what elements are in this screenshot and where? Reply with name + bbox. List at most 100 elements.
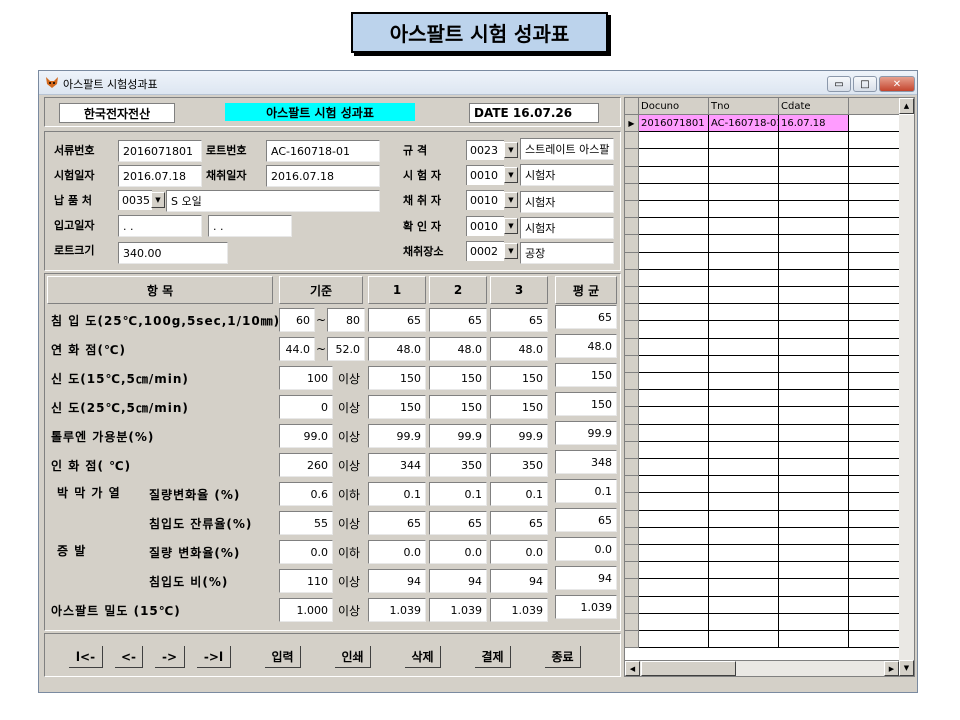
grid-cell[interactable] (709, 441, 779, 459)
grid-cell[interactable] (639, 613, 709, 631)
grid-cell[interactable] (779, 441, 849, 459)
spec-dropdown-arrow-icon[interactable]: ▼ (504, 142, 518, 158)
sampler-code-combo[interactable]: 0010 (466, 190, 504, 210)
grid-cell[interactable] (779, 373, 849, 391)
grid-cell[interactable] (709, 510, 779, 528)
grid-cell[interactable] (709, 218, 779, 236)
grid-cell[interactable] (779, 235, 849, 253)
title-bar[interactable]: 아스팔트 시험성과표 ▭ □ ✕ (39, 71, 917, 95)
grid-cell[interactable] (779, 201, 849, 219)
grid-cell[interactable] (639, 373, 709, 391)
supplier-code-combo[interactable]: 0035 (118, 190, 152, 210)
grid-cell[interactable] (709, 493, 779, 511)
grid-col-tno[interactable]: Tno (709, 98, 779, 115)
grid-cell[interactable] (639, 579, 709, 597)
grid-row-selector[interactable] (625, 149, 639, 167)
grid-cell[interactable] (639, 252, 709, 270)
grid-cell[interactable] (709, 476, 779, 494)
grid-cell[interactable] (709, 183, 779, 201)
sample-date-input[interactable]: 2016.07.18 (266, 165, 380, 187)
grid-cell[interactable] (709, 545, 779, 563)
grid-cell[interactable] (639, 355, 709, 373)
grid-cell[interactable] (709, 631, 779, 649)
grid-cell[interactable] (639, 407, 709, 425)
input-button[interactable]: 입력 (265, 646, 301, 668)
grid-cell[interactable] (709, 149, 779, 167)
test3-input[interactable]: 1.039 (490, 598, 548, 622)
test1-input[interactable]: 150 (368, 366, 426, 390)
grid-cell[interactable] (639, 166, 709, 184)
test3-input[interactable]: 150 (490, 366, 548, 390)
standard-min-input[interactable]: 44.0 (279, 337, 315, 361)
first-record-button[interactable]: l<- (69, 646, 103, 668)
checker-name-input[interactable]: 시험자 (520, 217, 614, 239)
place-code-combo[interactable]: 0002 (466, 241, 504, 261)
test3-input[interactable]: 0.1 (490, 482, 548, 506)
grid-cell[interactable] (639, 441, 709, 459)
grid-cell[interactable] (639, 218, 709, 236)
place-name-input[interactable]: 공장 (520, 242, 614, 264)
test1-input[interactable]: 150 (368, 395, 426, 419)
grid-cell[interactable] (779, 166, 849, 184)
test1-input[interactable]: 99.9 (368, 424, 426, 448)
standard-value-input[interactable]: 100 (279, 366, 333, 390)
grid-row-selector[interactable] (625, 407, 639, 425)
grid-cell[interactable] (639, 149, 709, 167)
grid-cell[interactable] (779, 459, 849, 477)
grid-cell[interactable] (779, 304, 849, 322)
grid-cell[interactable] (639, 201, 709, 219)
scroll-right-arrow-icon[interactable]: ▶ (884, 661, 899, 676)
grid-cell[interactable] (779, 527, 849, 545)
standard-value-input[interactable]: 110 (279, 569, 333, 593)
scroll-left-arrow-icon[interactable]: ◀ (625, 661, 640, 676)
grid-row-selector[interactable] (625, 166, 639, 184)
grid-cell[interactable] (639, 235, 709, 253)
test3-input[interactable]: 94 (490, 569, 548, 593)
test3-input[interactable]: 65 (490, 511, 548, 535)
grid-cell[interactable] (779, 613, 849, 631)
grid-cell[interactable] (639, 183, 709, 201)
test2-input[interactable]: 150 (429, 395, 487, 419)
test1-input[interactable]: 1.039 (368, 598, 426, 622)
grid-row-selector[interactable] (625, 373, 639, 391)
grid-row-selector[interactable] (625, 459, 639, 477)
grid-row-selector[interactable] (625, 183, 639, 201)
grid-cell[interactable] (639, 631, 709, 649)
grid-cell[interactable] (779, 424, 849, 442)
spec-name-input[interactable]: 스트레이트 아스팔 (520, 138, 614, 160)
maximize-button[interactable]: □ (853, 76, 877, 92)
test3-input[interactable]: 99.9 (490, 424, 548, 448)
grid-row-selector[interactable] (625, 579, 639, 597)
test1-input[interactable]: 94 (368, 569, 426, 593)
lot-no-input[interactable]: AC-160718-01 (266, 140, 380, 162)
standard-max-input[interactable]: 80 (327, 308, 365, 332)
grid-row-selector[interactable] (625, 218, 639, 236)
grid-cell[interactable] (709, 321, 779, 339)
standard-value-input[interactable]: 1.000 (279, 598, 333, 622)
scroll-down-arrow-icon[interactable]: ▼ (899, 660, 914, 676)
doc-no-input[interactable]: 2016071801 (118, 140, 202, 162)
grid-row-selector[interactable] (625, 476, 639, 494)
test1-input[interactable]: 65 (368, 308, 426, 332)
grid-cell[interactable] (779, 476, 849, 494)
grid-cell[interactable] (639, 132, 709, 150)
grid-cell[interactable] (709, 562, 779, 580)
grid-cell[interactable]: 16.07.18 (779, 115, 849, 133)
grid-cell[interactable] (639, 476, 709, 494)
place-dropdown-arrow-icon[interactable]: ▼ (504, 243, 518, 259)
grid-cell[interactable] (709, 132, 779, 150)
supplier-dropdown-arrow-icon[interactable]: ▼ (151, 192, 165, 208)
next-record-button[interactable]: -> (155, 646, 185, 668)
grid-cell[interactable] (709, 596, 779, 614)
print-button[interactable]: 인쇄 (335, 646, 371, 668)
grid-cell[interactable] (779, 631, 849, 649)
grid-cell[interactable] (779, 545, 849, 563)
grid-cell[interactable] (709, 613, 779, 631)
grid-cell[interactable] (709, 287, 779, 305)
grid-row-selector[interactable] (625, 596, 639, 614)
test2-input[interactable]: 99.9 (429, 424, 487, 448)
minimize-button[interactable]: ▭ (827, 76, 851, 92)
last-record-button[interactable]: ->l (197, 646, 231, 668)
grid-row-selector[interactable] (625, 269, 639, 287)
test1-input[interactable]: 0.1 (368, 482, 426, 506)
